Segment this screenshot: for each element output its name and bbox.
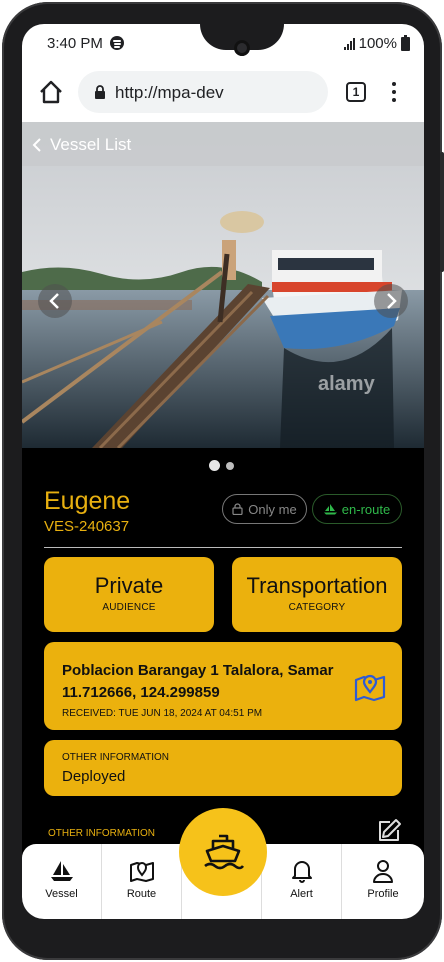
url-text: http://mpa-dev [115, 83, 224, 102]
nav-alert[interactable]: Alert [262, 844, 342, 919]
carousel-indicator [22, 448, 424, 484]
divider [44, 547, 402, 548]
more-menu-icon[interactable] [392, 82, 396, 102]
battery-icon [401, 34, 410, 51]
map-pin-icon[interactable] [354, 672, 386, 702]
spotify-icon [110, 36, 124, 50]
back-button[interactable]: Vessel List [32, 135, 131, 155]
screen: 3:40 PM 100% http://mpa-dev 1 alamy Vess… [22, 24, 424, 919]
sailboat-icon [50, 861, 73, 881]
sailboat-icon [323, 504, 337, 515]
nav-profile-label: Profile [367, 888, 399, 900]
location-card[interactable]: Poblacion Barangay 1 Talalora, Samar 11.… [44, 642, 402, 730]
lock-icon [95, 85, 105, 99]
watermark-text: alamy [318, 373, 376, 395]
status-badge: en-route [312, 494, 402, 524]
status-right: 100% [343, 34, 410, 52]
carousel-next-button[interactable] [374, 284, 408, 318]
user-icon [373, 860, 393, 883]
audience-value: Private [94, 573, 164, 598]
other-info-label: OTHER INFORMATION [62, 752, 170, 763]
battery-percent: 100% [358, 35, 397, 52]
category-value: Transportation [246, 573, 388, 598]
phone-frame: 3:40 PM 100% http://mpa-dev 1 alamy Vess… [2, 2, 444, 960]
other-info-value: Deployed [62, 768, 126, 785]
chevron-right-icon [387, 293, 397, 309]
nav-profile[interactable]: Profile [342, 844, 424, 919]
tab-switcher-button[interactable]: 1 [346, 82, 366, 102]
bell-icon [291, 861, 312, 883]
status-time: 3:40 PM [47, 35, 103, 52]
nav-route[interactable]: Route [102, 844, 182, 919]
nav-vessel-label: Vessel [45, 888, 78, 900]
url-field[interactable]: http://mpa-dev [78, 71, 328, 113]
lock-icon [232, 503, 243, 515]
visibility-label: Only me [248, 501, 297, 517]
vessel-id: VES-240637 [44, 518, 130, 535]
location-coords: 11.712666, 124.299859 [62, 684, 220, 701]
vessel-fab-button[interactable] [179, 808, 267, 896]
section-label: OTHER INFORMATION [48, 828, 156, 839]
audience-label: AUDIENCE [102, 602, 156, 613]
carousel-dot-active[interactable] [209, 460, 220, 471]
nav-route-label: Route [126, 888, 157, 900]
front-camera [234, 40, 250, 56]
home-icon[interactable] [38, 79, 64, 105]
ship-icon [204, 834, 245, 870]
nav-vessel[interactable]: Vessel [22, 844, 102, 919]
map-pin-icon [129, 862, 154, 882]
carousel-prev-button[interactable] [38, 284, 72, 318]
visibility-badge: Only me [222, 494, 307, 524]
other-info-card[interactable]: OTHER INFORMATION Deployed [44, 740, 402, 796]
chevron-left-icon [32, 138, 41, 152]
audience-card[interactable]: Private AUDIENCE [44, 557, 214, 632]
category-card[interactable]: Transportation CATEGORY [232, 557, 402, 632]
back-label: Vessel List [50, 135, 132, 154]
vessel-photo-carousel[interactable]: alamy Vessel List [22, 122, 424, 448]
signal-icon [343, 37, 355, 50]
location-address: Poblacion Barangay 1 Talalora, Samar [62, 662, 334, 679]
edit-icon[interactable] [376, 816, 404, 844]
carousel-dot[interactable] [226, 462, 234, 470]
category-label: CATEGORY [288, 602, 346, 613]
vessel-photo: alamy [22, 122, 424, 448]
status-label: en-route [341, 501, 391, 517]
vessel-details: Eugene VES-240637 Only me en-route Priva… [22, 484, 424, 906]
browser-toolbar: http://mpa-dev 1 [22, 62, 424, 122]
chevron-left-icon [49, 293, 59, 309]
side-button [440, 152, 444, 272]
nav-alert-label: Alert [290, 888, 313, 900]
vessel-name: Eugene [44, 487, 131, 515]
location-received: RECEIVED: TUE JUN 18, 2024 AT 04:51 PM [62, 708, 263, 719]
